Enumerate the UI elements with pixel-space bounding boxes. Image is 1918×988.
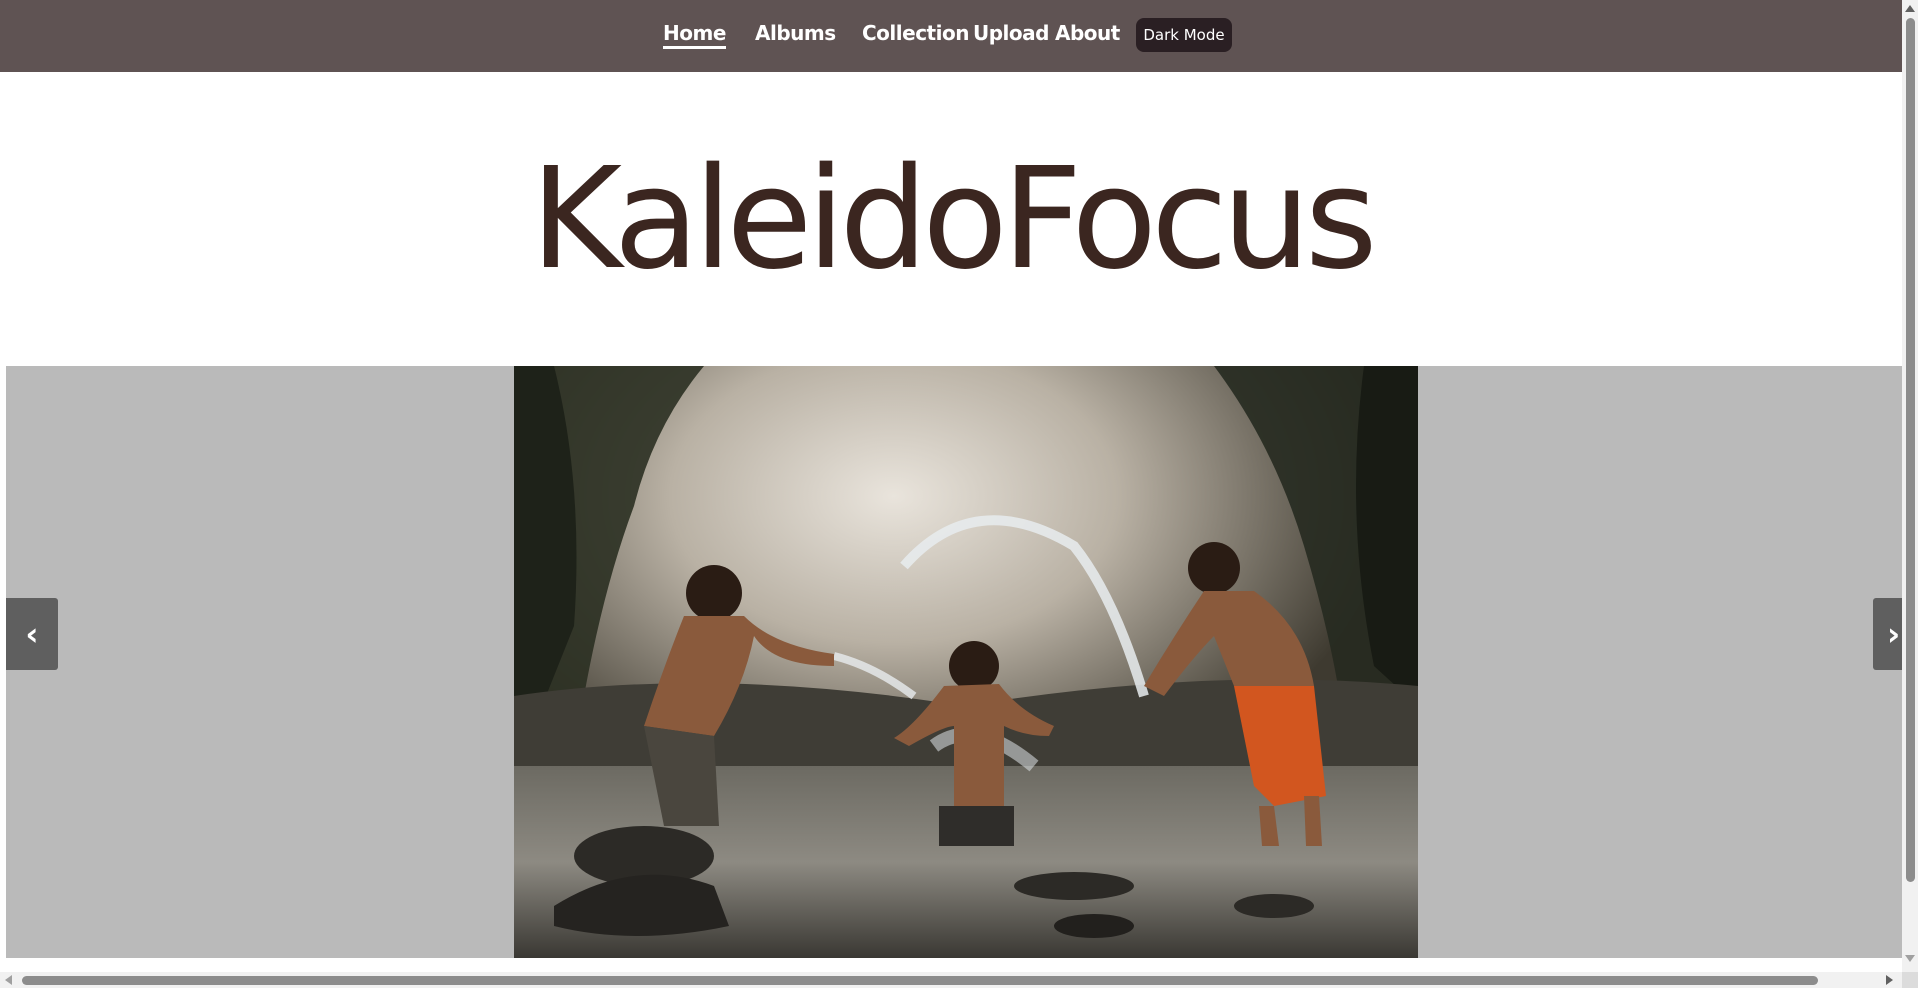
next-slide-button[interactable]: ›: [1873, 598, 1902, 670]
scroll-left-icon[interactable]: [5, 975, 12, 985]
scroll-right-icon[interactable]: [1886, 975, 1893, 985]
previous-slide-button[interactable]: ‹: [6, 598, 58, 670]
vertical-scrollbar[interactable]: [1902, 0, 1918, 972]
horizontal-scrollbar-thumb[interactable]: [22, 976, 1818, 985]
nav-link-albums[interactable]: Albums: [755, 21, 836, 45]
photo-slideshow: ‹ ›: [6, 366, 1902, 958]
nav-link-upload[interactable]: Upload: [973, 21, 1049, 45]
slide-photo: [514, 366, 1418, 958]
horizontal-scrollbar[interactable]: [0, 972, 1902, 988]
nav-link-about[interactable]: About: [1055, 21, 1120, 45]
scroll-up-icon[interactable]: [1905, 5, 1915, 12]
nav-link-collection[interactable]: Collection: [862, 21, 969, 45]
scrollbar-corner: [1902, 972, 1918, 988]
dark-mode-button[interactable]: Dark Mode: [1136, 18, 1232, 52]
scroll-down-icon[interactable]: [1905, 955, 1915, 962]
vertical-scrollbar-thumb[interactable]: [1906, 18, 1915, 882]
top-navbar: Home Albums Collection Upload About Dark…: [0, 0, 1902, 72]
photo-children-splashing-river-icon: [514, 366, 1418, 958]
site-title: KaleidoFocus: [530, 138, 1377, 301]
nav-link-home[interactable]: Home: [663, 21, 726, 49]
